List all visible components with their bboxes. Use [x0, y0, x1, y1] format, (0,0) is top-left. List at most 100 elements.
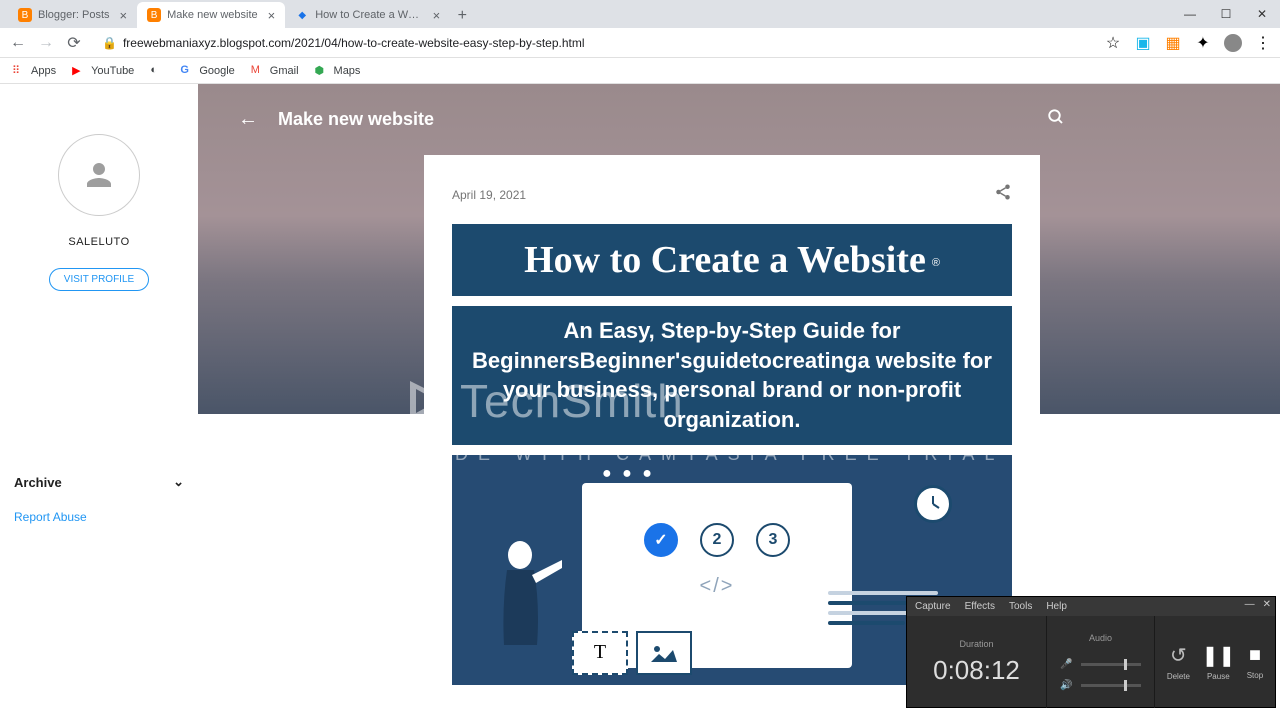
tab-how-to-create[interactable]: ◆ How to Create a Website: Step-b × [285, 2, 450, 28]
star-icon[interactable]: ☆ [1104, 34, 1122, 52]
forward-button[interactable]: → [36, 33, 56, 53]
google-icon: G [180, 64, 194, 78]
menu-help[interactable]: Help [1046, 601, 1067, 612]
bookmark-gmail[interactable]: M Gmail [251, 64, 299, 78]
profile-avatar-icon[interactable] [1224, 34, 1242, 52]
step-check-icon: ✓ [644, 523, 678, 557]
person-left-icon [482, 535, 562, 685]
tab-close-icon[interactable]: × [120, 8, 128, 23]
author-name: SALELUTO [68, 236, 129, 248]
bookmarks-bar: ⠿ Apps ▶ YouTube ◐ G Google M Gmail ⬢ Ma… [0, 58, 1280, 84]
speaker-slider[interactable] [1081, 684, 1141, 687]
apps-grid-icon: ⠿ [12, 64, 26, 78]
extension-vimeo-icon[interactable]: ▣ [1134, 34, 1152, 52]
code-tag-icon: </> [582, 575, 852, 598]
mic-slider[interactable] [1081, 663, 1141, 666]
new-tab-button[interactable]: + [450, 4, 474, 28]
audio-label: Audio [1089, 633, 1112, 643]
menu-dots-icon[interactable]: ⋮ [1254, 34, 1272, 52]
window-close[interactable]: ✕ [1244, 0, 1280, 28]
registered-mark: ® [932, 257, 940, 269]
tab-title: Blogger: Posts [38, 9, 110, 21]
delete-icon: ↺ [1170, 643, 1187, 668]
text-box-icon: T [572, 631, 628, 675]
search-icon[interactable] [1047, 108, 1065, 131]
step-3: 3 [756, 523, 790, 557]
author-avatar[interactable] [58, 134, 140, 216]
person-icon [81, 157, 117, 193]
bookmark-maps[interactable]: ⬢ Maps [315, 64, 361, 78]
window-maximize[interactable]: ☐ [1208, 0, 1244, 28]
recorder-close[interactable]: ✕ [1263, 599, 1271, 610]
back-arrow-icon[interactable]: ← [238, 108, 258, 131]
post-date[interactable]: April 19, 2021 [452, 188, 526, 202]
recorder-minimize[interactable]: — [1245, 599, 1255, 610]
window-minimize[interactable]: — [1172, 0, 1208, 28]
tab-make-website[interactable]: B Make new website × [137, 2, 285, 28]
clock-icon [914, 485, 952, 523]
maps-icon: ⬢ [315, 64, 329, 78]
duration-panel: Duration 0:08:12 [907, 616, 1047, 708]
bookmark-label: Maps [334, 65, 361, 77]
archive-toggle[interactable]: Archive ⌄ [0, 462, 198, 502]
mic-icon[interactable]: 🎤 [1060, 659, 1072, 670]
report-abuse-link[interactable]: Report Abuse [0, 502, 198, 532]
sidebar: SALELUTO VISIT PROFILE Archive ⌄ Report … [0, 84, 198, 712]
tab-strip: B Blogger: Posts × B Make new website × … [0, 0, 1280, 28]
bookmark-label: YouTube [91, 65, 134, 77]
camtasia-recorder[interactable]: Capture Effects Tools Help — ✕ Duration … [906, 596, 1276, 708]
tab-close-icon[interactable]: × [268, 8, 276, 23]
post-subtitle-banner: An Easy, Step-by-Step Guide for Beginner… [452, 306, 1012, 445]
duration-label: Duration [959, 639, 993, 649]
bookmark-label: Google [199, 65, 234, 77]
tab-title: Make new website [167, 9, 258, 21]
url-text: freewebmaniaxyz.blogspot.com/2021/04/how… [123, 36, 585, 50]
archive-label: Archive [14, 475, 62, 490]
tab-close-icon[interactable]: × [433, 8, 441, 23]
visit-profile-button[interactable]: VISIT PROFILE [49, 268, 149, 291]
extensions-puzzle-icon[interactable]: ✦ [1194, 34, 1212, 52]
post-title: How to Create a Website [524, 239, 926, 281]
address-bar: ← → ⟳ 🔒 freewebmaniaxyz.blogspot.com/202… [0, 28, 1280, 58]
post-title-banner: How to Create a Website ® [452, 224, 1012, 296]
pause-label: Pause [1207, 672, 1230, 681]
menu-tools[interactable]: Tools [1009, 601, 1032, 612]
menu-capture[interactable]: Capture [915, 601, 951, 612]
pause-icon: ❚❚ [1202, 643, 1236, 668]
bookmark-generic[interactable]: ◐ [150, 64, 164, 78]
extension-icon[interactable]: ▦ [1164, 34, 1182, 52]
recorder-menu-bar: Capture Effects Tools Help [907, 597, 1275, 616]
step-2: 2 [700, 523, 734, 557]
share-icon[interactable] [994, 183, 1012, 206]
menu-effects[interactable]: Effects [965, 601, 995, 612]
tab-title: How to Create a Website: Step-b [315, 9, 422, 21]
site-favicon: ◆ [295, 8, 309, 22]
globe-icon: ◐ [150, 64, 164, 78]
post-subtitle: An Easy, Step-by-Step Guide for Beginner… [458, 316, 1006, 435]
back-button[interactable]: ← [8, 33, 28, 53]
blog-title[interactable]: Make new website [278, 109, 434, 130]
reload-button[interactable]: ⟳ [64, 33, 84, 53]
blog-header: ← Make new website [198, 84, 1280, 155]
speaker-icon[interactable]: 🔊 [1060, 680, 1072, 691]
bookmark-google[interactable]: G Google [180, 64, 234, 78]
audio-panel: Audio 🎤 🔊 [1047, 616, 1155, 708]
bookmark-label: Apps [31, 65, 56, 77]
recorder-controls: ↺ Delete ❚❚ Pause ■ Stop [1155, 616, 1275, 708]
bookmark-apps[interactable]: ⠿ Apps [12, 64, 56, 78]
stop-label: Stop [1247, 671, 1263, 680]
blogger-favicon: B [147, 8, 161, 22]
stop-button[interactable]: ■ Stop [1247, 644, 1263, 680]
chevron-down-icon: ⌄ [173, 474, 184, 490]
youtube-icon: ▶ [72, 64, 86, 78]
url-input[interactable]: 🔒 freewebmaniaxyz.blogspot.com/2021/04/h… [92, 36, 1096, 50]
bookmark-label: Gmail [270, 65, 299, 77]
tab-blogger[interactable]: B Blogger: Posts × [8, 2, 137, 28]
bookmark-youtube[interactable]: ▶ YouTube [72, 64, 134, 78]
duration-time: 0:08:12 [933, 655, 1020, 686]
stop-icon: ■ [1249, 644, 1261, 667]
image-box-icon [636, 631, 692, 675]
pause-button[interactable]: ❚❚ Pause [1202, 643, 1236, 681]
delete-button[interactable]: ↺ Delete [1167, 643, 1190, 681]
delete-label: Delete [1167, 672, 1190, 681]
